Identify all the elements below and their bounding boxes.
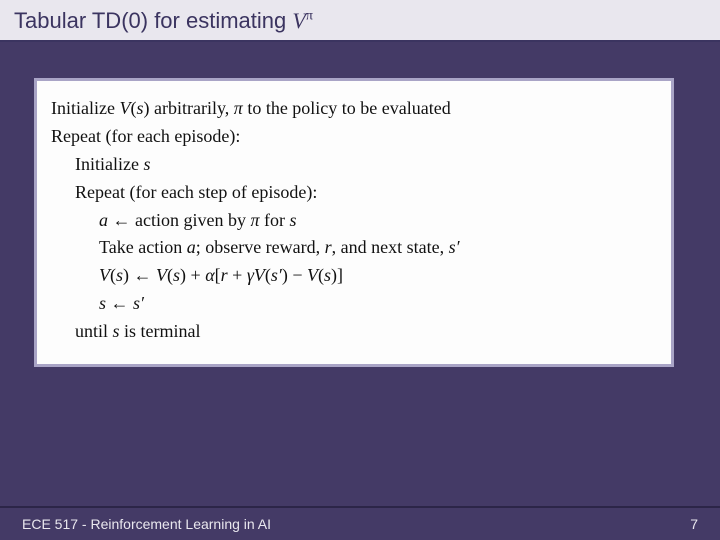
footer-course: ECE 517 - Reinforcement Learning in AI <box>22 516 271 532</box>
t: s <box>143 154 150 174</box>
t: a <box>187 237 196 257</box>
t: for <box>260 210 290 230</box>
title-sup: π <box>306 9 313 24</box>
slide-title: Tabular TD(0) for estimating Vπ <box>0 0 720 42</box>
t: π <box>234 98 243 118</box>
algo-line-2: Repeat (for each episode): <box>51 123 657 151</box>
t: ) + <box>180 265 205 285</box>
algo-line-1: Initialize V(s) arbitrarily, π to the po… <box>51 95 657 123</box>
algo-line-7: V(s) ← V(s) + α[r + γV(s′) − V(s)] <box>51 262 657 290</box>
t: Initialize <box>51 98 119 118</box>
t: s <box>173 265 180 285</box>
t: Take action <box>99 237 187 257</box>
algo-line-6: Take action a; observe reward, r, and ne… <box>51 234 657 262</box>
t: s′ <box>271 265 282 285</box>
content-area: Initialize V(s) arbitrarily, π to the po… <box>0 42 720 367</box>
algo-line-9: until s is terminal <box>51 318 657 346</box>
t: s <box>324 265 331 285</box>
t: ← action given by <box>108 210 250 230</box>
t: γ <box>247 265 254 285</box>
footer-page-number: 7 <box>690 516 698 532</box>
footer: ECE 517 - Reinforcement Learning in AI 7 <box>0 506 720 540</box>
t: V <box>156 265 167 285</box>
t: V <box>119 98 130 118</box>
t: ) − <box>282 265 307 285</box>
t: r <box>221 265 228 285</box>
t: V <box>254 265 265 285</box>
t: until <box>75 321 113 341</box>
t: , and next state, <box>332 237 449 257</box>
title-var: V <box>292 8 305 33</box>
t: + <box>228 265 247 285</box>
t: s <box>113 321 120 341</box>
t: s <box>99 293 106 313</box>
t: V <box>307 265 318 285</box>
t: r <box>325 237 332 257</box>
title-prefix: Tabular TD(0) for estimating <box>14 8 292 33</box>
t: ← <box>106 293 133 313</box>
t: π <box>250 210 259 230</box>
algo-line-8: s ← s′ <box>51 290 657 318</box>
t: s′ <box>133 293 144 313</box>
t: α <box>205 265 214 285</box>
t: s′ <box>449 237 460 257</box>
algorithm-box: Initialize V(s) arbitrarily, π to the po… <box>34 78 674 367</box>
t: a <box>99 210 108 230</box>
t: )] <box>331 265 343 285</box>
t: is terminal <box>120 321 201 341</box>
t: ) arbitrarily, <box>143 98 233 118</box>
t: s <box>116 265 123 285</box>
t: s <box>290 210 297 230</box>
algo-line-3: Initialize s <box>51 151 657 179</box>
t: to the policy to be evaluated <box>243 98 451 118</box>
t: V <box>99 265 110 285</box>
t: ) ← <box>123 265 156 285</box>
algo-line-4: Repeat (for each step of episode): <box>51 179 657 207</box>
algo-line-5: a ← action given by π for s <box>51 207 657 235</box>
t: Initialize <box>75 154 143 174</box>
t: ; observe reward, <box>196 237 325 257</box>
